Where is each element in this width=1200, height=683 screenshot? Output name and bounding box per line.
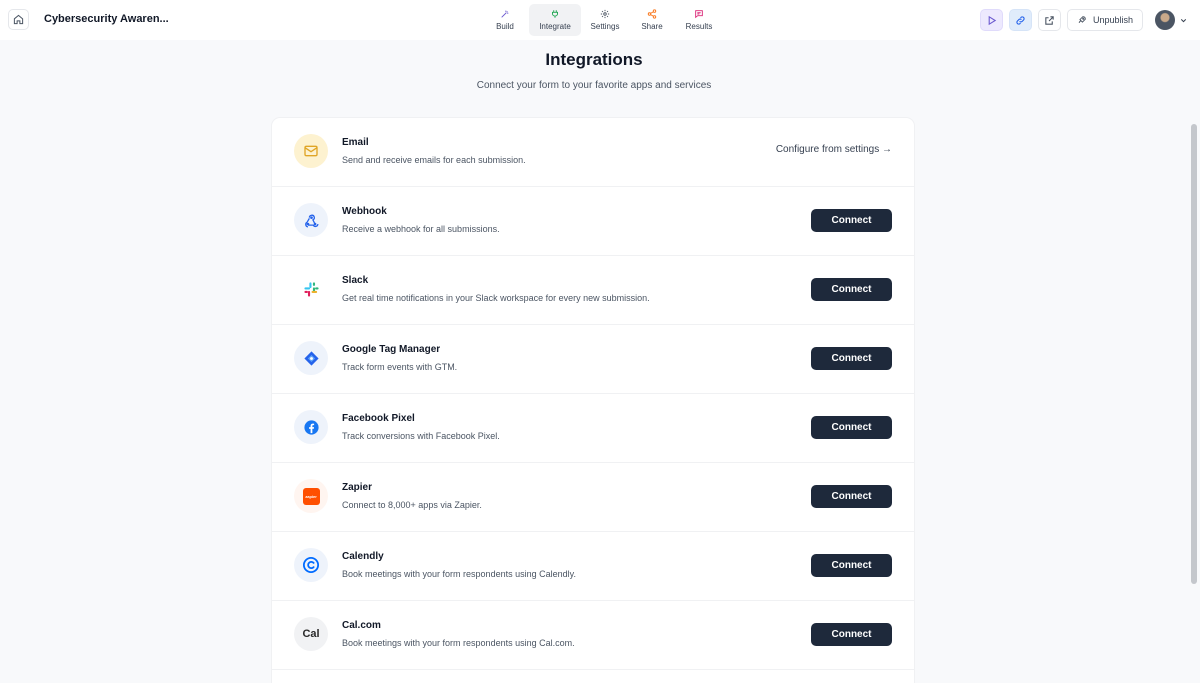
integration-description: Send and receive emails for each submiss… [342, 155, 526, 165]
integration-row-zapier: zapier Zapier Connect to 8,000+ apps via… [272, 463, 914, 532]
integration-name: Webhook [342, 206, 387, 217]
tab-build-label: Build [496, 22, 514, 31]
link-icon [1016, 15, 1025, 25]
facebook-icon [294, 410, 328, 444]
scrollbar-thumb[interactable] [1191, 124, 1197, 584]
tab-build[interactable]: Build [482, 4, 528, 36]
calcom-logo: Cal [302, 628, 320, 640]
integration-name: Cal.com [342, 620, 381, 631]
connect-zapier-button[interactable]: Connect [811, 485, 892, 508]
zapier-icon: zapier [294, 479, 328, 513]
integration-name: Facebook Pixel [342, 413, 415, 424]
rocket-icon [1078, 16, 1086, 24]
user-menu[interactable] [1155, 10, 1188, 30]
share-icon [647, 9, 657, 19]
integration-row-google-tag-manager: Google Tag Manager Track form events wit… [272, 325, 914, 394]
scrollbar[interactable] [1188, 40, 1200, 683]
home-button[interactable] [8, 9, 29, 30]
unpublish-button[interactable]: Unpublish [1066, 9, 1143, 31]
avatar [1155, 10, 1175, 30]
integrations-list: Email Send and receive emails for each s… [272, 118, 914, 683]
calcom-icon: Cal [294, 617, 328, 651]
integration-description: Track form events with GTM. [342, 362, 458, 372]
mail-icon [294, 134, 328, 168]
tab-share-label: Share [641, 22, 663, 31]
home-icon [13, 14, 24, 25]
external-link-icon [1045, 15, 1054, 25]
play-icon [988, 15, 997, 25]
integration-row-webhook: Webhook Receive a webhook for all submis… [272, 187, 914, 256]
integration-name: Google Tag Manager [342, 344, 441, 355]
webhook-icon [294, 203, 328, 237]
connect-slack-button[interactable]: Connect [811, 278, 892, 301]
connect-calcom-button[interactable]: Connect [811, 623, 892, 646]
gtm-icon [294, 341, 328, 375]
form-title: Cybersecurity Awaren... [44, 13, 169, 25]
integration-description: Receive a webhook for all submissions. [342, 224, 500, 234]
open-external-button[interactable] [1037, 9, 1061, 31]
preview-button[interactable] [979, 9, 1003, 31]
integration-name: Zapier [342, 482, 373, 493]
zapier-logo: zapier [302, 487, 320, 505]
page-subtitle: Connect your form to your favorite apps … [476, 80, 712, 91]
main-tabs: Build Integrate Settings Share Results [482, 4, 723, 38]
integration-row-email: Email Send and receive emails for each s… [272, 118, 914, 187]
calendly-icon [294, 548, 328, 582]
slack-icon [294, 272, 328, 306]
tab-integrate-label: Integrate [539, 22, 571, 31]
integration-row-slack: Slack Get real time notifications in you… [272, 256, 914, 325]
tab-settings[interactable]: Settings [582, 4, 628, 36]
connect-gtm-button[interactable]: Connect [811, 347, 892, 370]
integration-description: Track conversions with Facebook Pixel. [342, 431, 500, 441]
top-bar: Cybersecurity Awaren... Build Integrate … [0, 0, 1200, 40]
copy-link-button[interactable] [1008, 9, 1032, 31]
integration-description: Book meetings with your form respondents… [342, 638, 575, 648]
unpublish-label: Unpublish [1092, 15, 1133, 25]
chat-icon [695, 10, 703, 19]
integration-row-calendly: Calendly Book meetings with your form re… [272, 532, 914, 601]
tab-settings-label: Settings [590, 22, 620, 31]
configure-from-settings-link[interactable]: Configure from settings → [776, 144, 892, 155]
plug-icon [552, 10, 558, 18]
connect-calendly-button[interactable]: Connect [811, 554, 892, 577]
tab-results-label: Results [685, 22, 713, 31]
tab-results[interactable]: Results [676, 4, 722, 36]
tab-share[interactable]: Share [629, 4, 675, 36]
integration-name: Calendly [342, 551, 384, 562]
gear-icon [600, 9, 610, 19]
connect-facebook-pixel-button[interactable]: Connect [811, 416, 892, 439]
integration-row-calcom: Cal Cal.com Book meetings with your form… [272, 601, 914, 670]
page-title: Integrations [545, 50, 643, 69]
integration-name: Email [342, 137, 369, 148]
integration-description: Connect to 8,000+ apps via Zapier. [342, 500, 482, 510]
wand-icon [501, 10, 509, 18]
chevron-down-icon [1180, 18, 1187, 22]
toolbar-right: Unpublish [979, 9, 1188, 31]
connect-webhook-button[interactable]: Connect [811, 209, 892, 232]
tab-integrate[interactable]: Integrate [529, 4, 581, 36]
integration-row-facebook-pixel: Facebook Pixel Track conversions with Fa… [272, 394, 914, 463]
integration-description: Get real time notifications in your Slac… [342, 293, 650, 303]
integration-description: Book meetings with your form respondents… [342, 569, 576, 579]
integration-name: Slack [342, 275, 369, 286]
